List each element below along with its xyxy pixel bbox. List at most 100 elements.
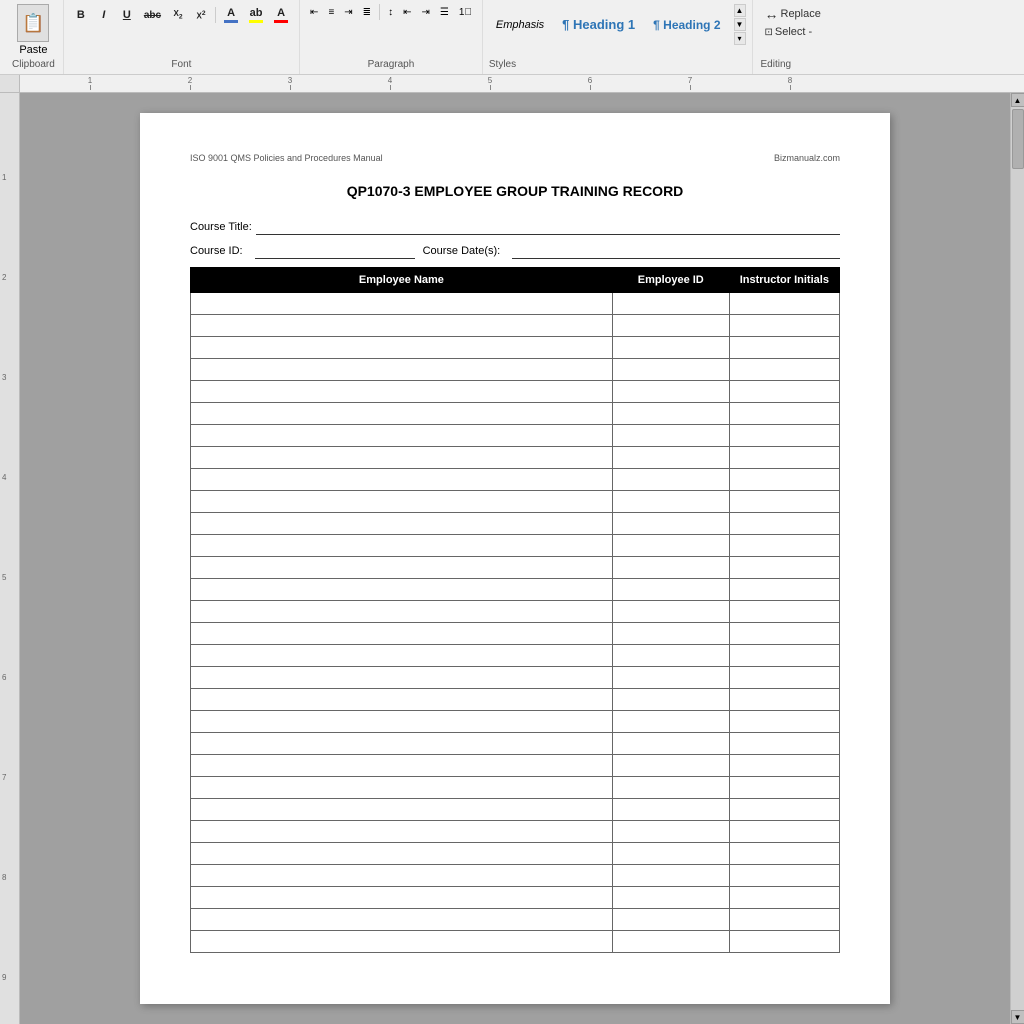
- cell-id-7[interactable]: [612, 447, 729, 469]
- cell-id-8[interactable]: [612, 469, 729, 491]
- cell-id-19[interactable]: [612, 711, 729, 733]
- cell-initials-5[interactable]: [729, 403, 839, 425]
- scroll-down-arrow[interactable]: ▼: [1011, 1010, 1024, 1024]
- cell-initials-7[interactable]: [729, 447, 839, 469]
- cell-name-8[interactable]: [191, 469, 613, 491]
- line-spacing-button[interactable]: ↕: [384, 5, 397, 20]
- cell-id-1[interactable]: [612, 315, 729, 337]
- document-canvas[interactable]: ISO 9001 QMS Policies and Procedures Man…: [20, 93, 1010, 1024]
- cell-initials-6[interactable]: [729, 425, 839, 447]
- numbering-button[interactable]: 1⃣: [455, 5, 476, 20]
- cell-name-2[interactable]: [191, 337, 613, 359]
- cell-name-28[interactable]: [191, 909, 613, 931]
- cell-id-24[interactable]: [612, 821, 729, 843]
- style-emphasis[interactable]: Emphasis: [489, 16, 551, 34]
- cell-name-15[interactable]: [191, 623, 613, 645]
- cell-id-26[interactable]: [612, 865, 729, 887]
- cell-id-27[interactable]: [612, 887, 729, 909]
- cell-name-9[interactable]: [191, 491, 613, 513]
- paste-label[interactable]: Paste: [19, 44, 47, 56]
- cell-initials-23[interactable]: [729, 799, 839, 821]
- cell-name-20[interactable]: [191, 733, 613, 755]
- cell-name-10[interactable]: [191, 513, 613, 535]
- align-center-button[interactable]: ≡: [324, 5, 338, 20]
- cell-id-16[interactable]: [612, 645, 729, 667]
- cell-name-17[interactable]: [191, 667, 613, 689]
- indent-decrease-button[interactable]: ⇤: [399, 5, 415, 20]
- cell-initials-11[interactable]: [729, 535, 839, 557]
- cell-id-13[interactable]: [612, 579, 729, 601]
- course-title-field[interactable]: [256, 219, 840, 235]
- cell-name-4[interactable]: [191, 381, 613, 403]
- cell-name-26[interactable]: [191, 865, 613, 887]
- cell-initials-18[interactable]: [729, 689, 839, 711]
- cell-id-0[interactable]: [612, 293, 729, 315]
- justify-button[interactable]: ≣: [359, 5, 375, 20]
- styles-scroll-down[interactable]: ▼: [734, 18, 746, 31]
- align-left-button[interactable]: ⇤: [306, 5, 322, 20]
- cell-initials-9[interactable]: [729, 491, 839, 513]
- cell-initials-24[interactable]: [729, 821, 839, 843]
- cell-initials-10[interactable]: [729, 513, 839, 535]
- cell-initials-29[interactable]: [729, 931, 839, 953]
- cell-initials-19[interactable]: [729, 711, 839, 733]
- cell-name-24[interactable]: [191, 821, 613, 843]
- indent-increase-button[interactable]: ⇥: [417, 5, 433, 20]
- cell-initials-26[interactable]: [729, 865, 839, 887]
- cell-id-14[interactable]: [612, 601, 729, 623]
- style-heading2[interactable]: ¶ Heading 2: [646, 15, 727, 35]
- italic-button[interactable]: I: [93, 6, 115, 24]
- cell-initials-25[interactable]: [729, 843, 839, 865]
- course-id-field[interactable]: [255, 243, 415, 259]
- cell-name-0[interactable]: [191, 293, 613, 315]
- subscript-button[interactable]: X2: [167, 6, 189, 24]
- cell-id-25[interactable]: [612, 843, 729, 865]
- cell-name-27[interactable]: [191, 887, 613, 909]
- cell-name-6[interactable]: [191, 425, 613, 447]
- cell-initials-4[interactable]: [729, 381, 839, 403]
- highlight-button[interactable]: ab: [244, 4, 268, 26]
- cell-name-21[interactable]: [191, 755, 613, 777]
- cell-name-23[interactable]: [191, 799, 613, 821]
- cell-initials-16[interactable]: [729, 645, 839, 667]
- cell-name-12[interactable]: [191, 557, 613, 579]
- styles-scroll-up[interactable]: ▲: [734, 4, 746, 17]
- cell-id-3[interactable]: [612, 359, 729, 381]
- cell-id-15[interactable]: [612, 623, 729, 645]
- cell-initials-21[interactable]: [729, 755, 839, 777]
- strikethrough-button[interactable]: abc: [139, 7, 166, 24]
- cell-id-12[interactable]: [612, 557, 729, 579]
- cell-name-25[interactable]: [191, 843, 613, 865]
- underline-button[interactable]: U: [116, 6, 138, 24]
- cell-name-22[interactable]: [191, 777, 613, 799]
- cell-id-21[interactable]: [612, 755, 729, 777]
- cell-name-19[interactable]: [191, 711, 613, 733]
- cell-name-14[interactable]: [191, 601, 613, 623]
- cell-initials-2[interactable]: [729, 337, 839, 359]
- cell-initials-17[interactable]: [729, 667, 839, 689]
- cell-id-9[interactable]: [612, 491, 729, 513]
- cell-initials-12[interactable]: [729, 557, 839, 579]
- cell-name-29[interactable]: [191, 931, 613, 953]
- cell-id-20[interactable]: [612, 733, 729, 755]
- cell-initials-20[interactable]: [729, 733, 839, 755]
- cell-name-5[interactable]: [191, 403, 613, 425]
- cell-initials-27[interactable]: [729, 887, 839, 909]
- bullets-button[interactable]: ☰: [436, 5, 453, 20]
- cell-initials-3[interactable]: [729, 359, 839, 381]
- style-heading1[interactable]: ¶ Heading 1: [555, 14, 642, 35]
- cell-id-4[interactable]: [612, 381, 729, 403]
- scroll-thumb[interactable]: [1012, 109, 1024, 169]
- cell-id-5[interactable]: [612, 403, 729, 425]
- cell-name-18[interactable]: [191, 689, 613, 711]
- cell-initials-22[interactable]: [729, 777, 839, 799]
- cell-id-23[interactable]: [612, 799, 729, 821]
- cell-initials-14[interactable]: [729, 601, 839, 623]
- cell-id-2[interactable]: [612, 337, 729, 359]
- cell-initials-8[interactable]: [729, 469, 839, 491]
- scroll-up-arrow[interactable]: ▲: [1011, 93, 1024, 107]
- cell-id-22[interactable]: [612, 777, 729, 799]
- cell-name-11[interactable]: [191, 535, 613, 557]
- cell-initials-13[interactable]: [729, 579, 839, 601]
- course-dates-field[interactable]: [512, 243, 840, 259]
